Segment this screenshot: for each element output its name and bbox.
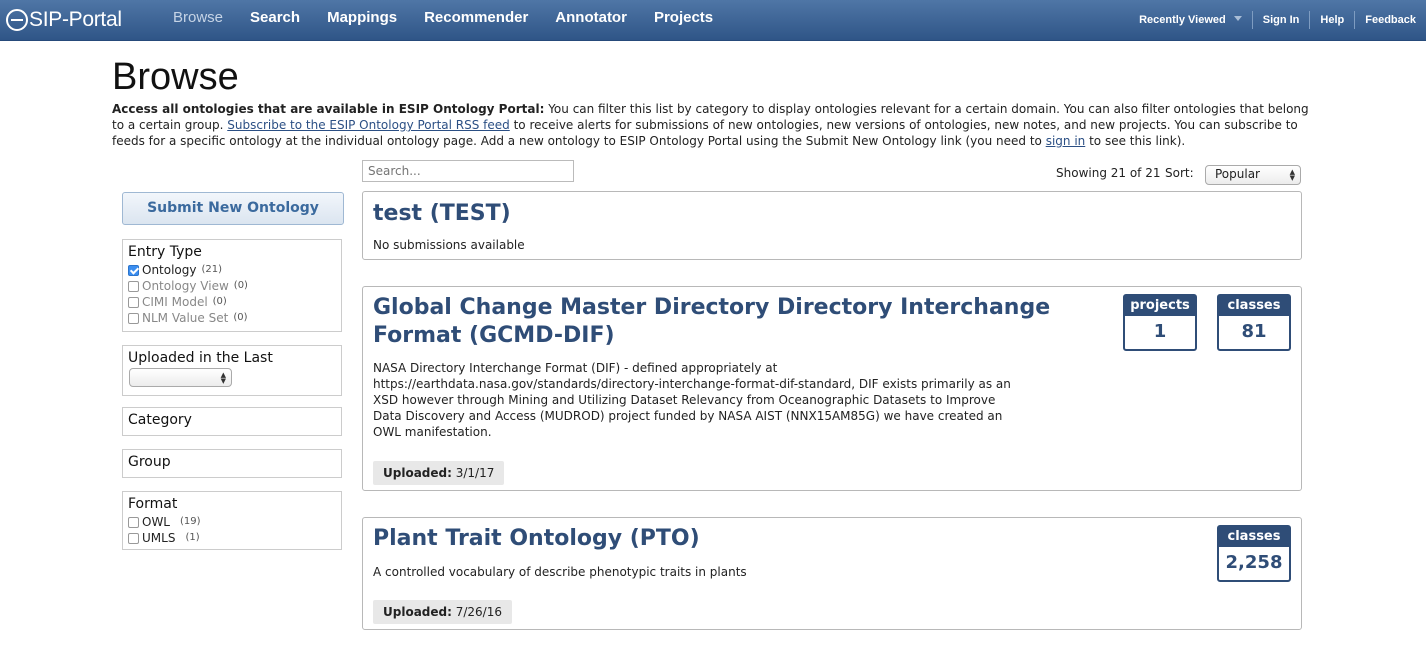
intro-bold: Access all ontologies that are available… [112,102,545,116]
option-label: NLM Value Set [142,311,229,325]
option-count: (21) [201,264,223,275]
ontology-title[interactable]: Global Change Master Directory Directory… [373,294,1093,350]
metric-label: projects [1125,296,1195,316]
classes-metric[interactable]: classes 2,258 [1217,525,1291,582]
checkbox[interactable] [128,264,139,276]
uploaded-filter: Uploaded in the Last ▲ ▼ [122,345,342,396]
recently-viewed-menu[interactable]: Recently Viewed [1129,11,1252,29]
logo-text: SIP-Portal [29,8,122,31]
uploaded-select[interactable]: ▲ ▼ [129,368,232,387]
showing-count: Showing 21 of 21 [1056,166,1161,180]
search-input[interactable] [362,160,574,182]
filter-option-umls[interactable]: UMLS (1) [128,530,336,546]
ontology-title[interactable]: Plant Trait Ontology (PTO) [373,525,700,553]
rss-feed-link[interactable]: Subscribe to the ESIP Ontology Portal RS… [227,118,510,132]
option-count: (0) [212,296,227,307]
option-label: Ontology [142,263,197,277]
nav-projects[interactable]: Projects [641,0,727,40]
checkbox[interactable] [128,280,139,292]
site-logo[interactable]: SIP-Portal [6,7,122,33]
entry-type-filter: Entry Type Ontology (21) Ontology View (0)… [122,239,342,332]
option-count: (1) [185,532,200,543]
filter-title: Category [128,412,192,428]
uploaded-badge: Uploaded: 3/1/17 [373,461,505,485]
option-label: UMLS [142,531,176,545]
select-arrows-icon: ▲ ▼ [220,371,226,385]
sign-in-inline-link[interactable]: sign in [1046,134,1086,148]
option-label: CIMI Model [142,295,208,309]
checkbox[interactable] [128,296,139,308]
metric-label: classes [1219,527,1289,547]
page-title: Browse [112,56,239,98]
category-filter[interactable]: Category [122,407,342,436]
nav-browse[interactable]: Browse [160,0,237,40]
checkbox[interactable] [128,516,139,528]
filter-option-nlm-value-set[interactable]: NLM Value Set (0) [128,310,336,326]
esip-logo-icon [6,9,28,31]
filter-option-owl[interactable]: OWL (19) [128,514,336,530]
title-line: Global Change Master Directory Directory… [373,295,1051,320]
intro-text: Access all ontologies that are available… [112,101,1317,149]
sign-in-link[interactable]: Sign In [1251,11,1310,29]
option-count: (0) [233,312,248,323]
metric-label: classes [1219,296,1289,316]
filter-title: Format [128,496,178,512]
sort-value: Popular [1215,167,1260,181]
uploaded-date: 3/1/17 [455,466,495,480]
ontology-card: Plant Trait Ontology (PTO) A controlled … [362,517,1302,630]
user-nav: Recently Viewed Sign In Help Feedback [1129,0,1426,40]
filter-title: Entry Type [128,244,202,260]
top-navbar: SIP-Portal Browse Search Mappings Recomm… [0,0,1426,41]
checkbox[interactable] [128,532,139,544]
recently-viewed-label: Recently Viewed [1139,14,1226,26]
uploaded-date: 7/26/16 [455,605,502,619]
select-arrows-icon: ▲ ▼ [1289,168,1295,182]
filter-title: Uploaded in the Last [128,350,273,366]
ontology-card: test (TEST) No submissions available [362,191,1302,260]
filter-option-cimi-model[interactable]: CIMI Model (0) [128,294,336,310]
option-label: OWL [142,515,170,529]
option-label: Ontology View [142,279,229,293]
projects-metric[interactable]: projects 1 [1123,294,1197,351]
checkbox[interactable] [128,312,139,324]
uploaded-label: Uploaded: [383,605,452,619]
title-line: Format (GCMD-DIF) [373,323,615,348]
option-count: (19) [180,516,201,527]
feedback-link[interactable]: Feedback [1354,11,1426,29]
format-filter: Format OWL (19) UMLS (1) [122,491,342,550]
nav-recommender[interactable]: Recommender [411,0,542,40]
metric-value: 81 [1241,321,1267,342]
help-link[interactable]: Help [1309,11,1354,29]
uploaded-label: Uploaded: [383,466,452,480]
intro-part-3: to see this link). [1085,134,1186,148]
sort-label: Sort: [1165,166,1194,180]
metric-value: 1 [1153,321,1167,342]
chevron-down-icon [1233,16,1242,21]
nav-annotator[interactable]: Annotator [542,0,641,40]
submit-new-ontology-button[interactable]: Submit New Ontology [122,192,344,225]
main-nav: Browse Search Mappings Recommender Annot… [160,0,727,40]
ontology-description: NASA Directory Interchange Format (DIF) … [373,361,1011,439]
filter-title: Group [128,454,171,470]
ontology-title[interactable]: test (TEST) [373,200,511,228]
option-count: (0) [233,280,248,291]
ontology-card: Global Change Master Directory Directory… [362,286,1302,491]
filter-option-ontology[interactable]: Ontology (21) [128,262,336,278]
filter-option-ontology-view[interactable]: Ontology View (0) [128,278,336,294]
uploaded-badge: Uploaded: 7/26/16 [373,600,512,624]
nav-mappings[interactable]: Mappings [314,0,411,40]
ontology-description: A controlled vocabulary of describe phen… [373,565,747,579]
metric-value: 2,258 [1225,552,1283,573]
sort-select[interactable]: Popular ▲ ▼ [1205,165,1301,185]
ontology-description: No submissions available [373,238,525,252]
group-filter[interactable]: Group [122,449,342,478]
nav-search[interactable]: Search [237,0,314,40]
classes-metric[interactable]: classes 81 [1217,294,1291,351]
